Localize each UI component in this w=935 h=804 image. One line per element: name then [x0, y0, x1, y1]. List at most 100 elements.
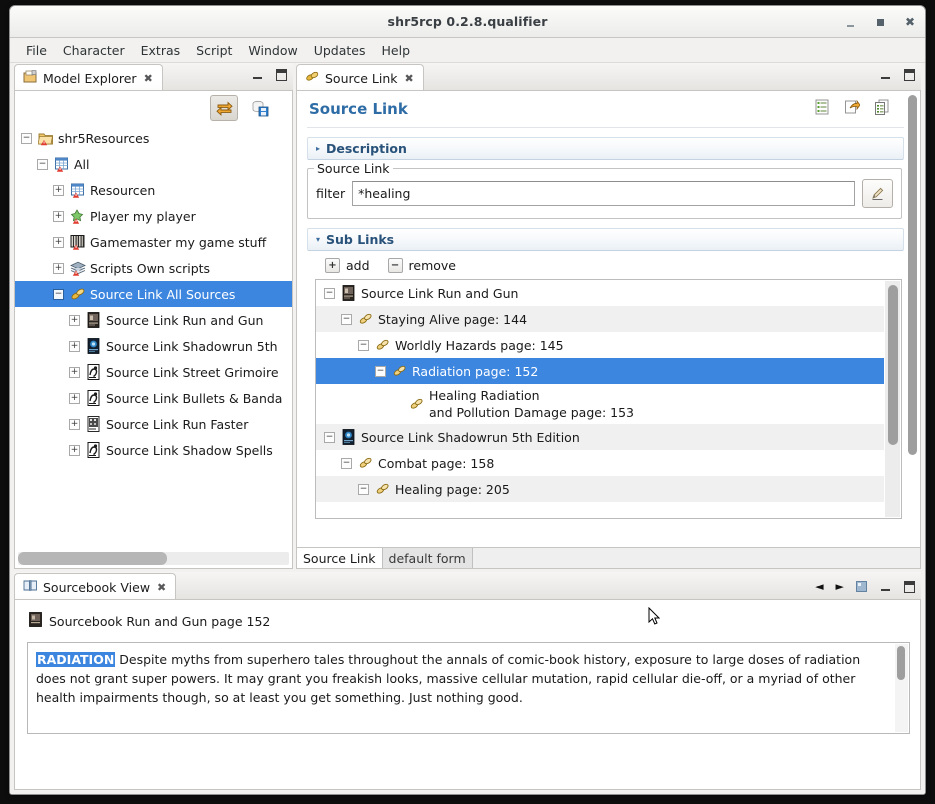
- source-link-maximize-icon[interactable]: [904, 68, 915, 81]
- link-with-editor-icon[interactable]: [210, 95, 238, 121]
- collapse-icon[interactable]: −: [53, 288, 64, 300]
- window-maximize-icon[interactable]: [873, 15, 887, 29]
- model-explorer-view-buttons: [251, 68, 287, 81]
- export-icon[interactable]: [844, 99, 861, 119]
- remove-button[interactable]: − remove: [387, 258, 456, 273]
- form-vscrollbar[interactable]: [905, 92, 919, 567]
- table-warning-icon: [53, 156, 70, 172]
- menu-help[interactable]: Help: [374, 40, 419, 61]
- collapse-icon[interactable]: −: [358, 339, 369, 351]
- tree-item-gamemaster-my-game-stuff[interactable]: + Gamemaster my game stuff: [15, 229, 292, 255]
- expand-icon[interactable]: +: [53, 262, 64, 274]
- sourcebook-vscroll-thumb[interactable]: [897, 646, 905, 680]
- form-vscroll-thumb[interactable]: [908, 95, 917, 455]
- menu-window[interactable]: Window: [240, 40, 305, 61]
- sourcebook-text-body: Despite myths from superhero tales throu…: [36, 652, 861, 705]
- tree-item-source-link-shadowrun-5th[interactable]: + Source Link Shadowrun 5th: [15, 333, 292, 359]
- copy-icon[interactable]: [874, 99, 890, 119]
- forward-arrow-icon[interactable]: ►: [836, 580, 844, 593]
- sourcebook-vscrollbar[interactable]: [895, 644, 908, 732]
- sub-link-row[interactable]: − Staying Alive page: 144: [316, 306, 884, 332]
- expand-icon[interactable]: +: [53, 236, 64, 248]
- model-explorer-minimize-icon[interactable]: [251, 68, 264, 81]
- tree-item-source-link-bullets-banda[interactable]: + Source Link Bullets & Banda: [15, 385, 292, 411]
- back-arrow-icon[interactable]: ◄: [815, 580, 823, 593]
- book-thumb-icon[interactable]: [856, 577, 867, 596]
- tree-item-all[interactable]: − All: [15, 151, 292, 177]
- sub-link-row[interactable]: − Radiation page: 152: [316, 358, 884, 384]
- source-link-minimize-icon[interactable]: [879, 68, 892, 81]
- menu-character[interactable]: Character: [55, 40, 133, 61]
- collapse-icon[interactable]: −: [324, 431, 335, 443]
- expand-icon[interactable]: +: [53, 210, 64, 222]
- expand-icon[interactable]: +: [53, 184, 64, 196]
- sub-links-vscroll-thumb[interactable]: [888, 285, 898, 445]
- edit-filter-icon[interactable]: [862, 179, 893, 208]
- tree-item-source-link-street-grimoire[interactable]: + Source Link Street Grimoire: [15, 359, 292, 385]
- window-minimize-icon[interactable]: [843, 15, 857, 29]
- sub-link-row[interactable]: − Source Link Run and Gun: [316, 280, 884, 306]
- tree-item-label: Source Link Bullets & Banda: [106, 390, 283, 406]
- sub-link-row[interactable]: − Source Link Shadowrun 5th Edition: [316, 424, 884, 450]
- save-collapse-icon[interactable]: [246, 95, 274, 121]
- sub-links-section-header[interactable]: ▾ Sub Links: [307, 228, 904, 251]
- collapse-icon[interactable]: −: [341, 313, 352, 325]
- tree-item-source-link-run-and-gun[interactable]: + Source Link Run and Gun: [15, 307, 292, 333]
- tree-item-label: Source Link Run and Gun: [106, 312, 264, 328]
- collapse-icon[interactable]: −: [341, 457, 352, 469]
- sub-links-vscrollbar[interactable]: [885, 281, 900, 517]
- sourcebook-maximize-icon[interactable]: [904, 580, 915, 593]
- window-close-icon[interactable]: ✖: [903, 15, 917, 29]
- tree-item-source-link-run-faster[interactable]: + Source Link Run Faster: [15, 411, 292, 437]
- add-button[interactable]: + add: [325, 258, 370, 273]
- sourcebook-text-box[interactable]: RADIATION Despite myths from superhero t…: [27, 642, 910, 734]
- book-sr5-icon: [85, 338, 102, 354]
- tree-item-source-link-shadow-spells[interactable]: + Source Link Shadow Spells: [15, 437, 292, 463]
- tree-item-scripts-own-scripts[interactable]: + Scripts Own scripts: [15, 255, 292, 281]
- model-explorer-maximize-icon[interactable]: [276, 68, 287, 81]
- tab-default-form-page[interactable]: default form: [382, 548, 473, 568]
- collapse-icon[interactable]: −: [324, 287, 335, 299]
- outline-icon[interactable]: [814, 99, 830, 119]
- menu-script[interactable]: Script: [188, 40, 240, 61]
- collapse-icon[interactable]: −: [37, 158, 48, 170]
- tree-item-label: Scripts Own scripts: [90, 260, 211, 276]
- expand-icon[interactable]: +: [69, 340, 80, 352]
- description-section-header[interactable]: ▸ Description: [307, 137, 904, 160]
- expand-icon[interactable]: +: [69, 366, 80, 378]
- sub-links-tree[interactable]: − Source Link Run and Gun − Staying Alive p…: [315, 279, 902, 519]
- menu-updates[interactable]: Updates: [306, 40, 374, 61]
- expand-icon[interactable]: +: [69, 444, 80, 456]
- sourcebook-minimize-icon[interactable]: [879, 580, 892, 593]
- tree-item-resourcen[interactable]: + Resourcen: [15, 177, 292, 203]
- expand-icon[interactable]: +: [69, 392, 80, 404]
- tab-sourcebook-view-close-icon[interactable]: ✖: [157, 581, 166, 594]
- model-explorer-hscroll-thumb[interactable]: [18, 552, 168, 565]
- collapse-icon[interactable]: −: [375, 365, 386, 377]
- model-explorer-hscrollbar[interactable]: [18, 552, 289, 565]
- tab-sourcebook-view[interactable]: Sourcebook View ✖: [14, 573, 177, 600]
- expand-icon[interactable]: +: [69, 314, 80, 326]
- expand-icon[interactable]: +: [69, 418, 80, 430]
- collapse-icon[interactable]: −: [358, 483, 369, 495]
- menu-extras[interactable]: Extras: [133, 40, 189, 61]
- tab-model-explorer[interactable]: Model Explorer ✖: [14, 64, 163, 91]
- sub-link-row[interactable]: − Combat page: 158: [316, 450, 884, 476]
- tab-model-explorer-close-icon[interactable]: ✖: [144, 72, 153, 85]
- filter-input[interactable]: *healing: [352, 181, 855, 206]
- sub-link-row[interactable]: Healing Radiation and Pollution Damage p…: [316, 384, 884, 424]
- filter-label: filter: [316, 186, 346, 201]
- collapse-icon[interactable]: −: [21, 132, 32, 144]
- sub-link-row[interactable]: − Worldly Hazards page: 145: [316, 332, 884, 358]
- sub-link-row[interactable]: − Healing page: 205: [316, 476, 884, 502]
- sourcebook-header: Sourcebook Run and Gun page 152: [15, 600, 920, 630]
- menu-file[interactable]: File: [18, 40, 55, 61]
- tab-source-link[interactable]: Source Link ✖: [296, 64, 424, 91]
- model-explorer-tree[interactable]: − shr5Resources − All + Resourcen + Player my p…: [15, 125, 292, 463]
- tree-item-source-link-all-sources[interactable]: − Source Link All Sources: [15, 281, 292, 307]
- tree-item-shr5resources[interactable]: − shr5Resources: [15, 125, 292, 151]
- tree-item-player-my-player[interactable]: + Player my player: [15, 203, 292, 229]
- tab-source-link-page[interactable]: Source Link: [297, 548, 383, 568]
- description-section-label: Description: [326, 141, 407, 156]
- tab-source-link-close-icon[interactable]: ✖: [405, 72, 414, 85]
